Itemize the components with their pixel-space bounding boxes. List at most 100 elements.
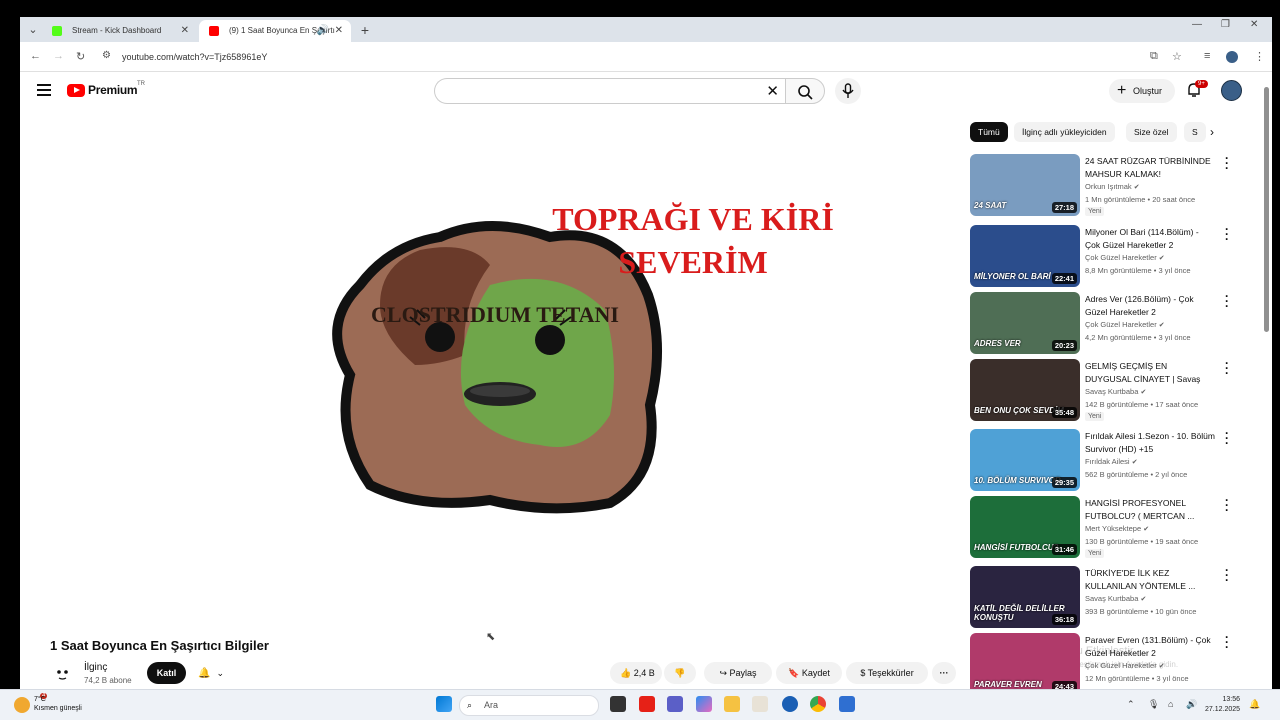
- file-explorer-icon[interactable]: [724, 696, 740, 712]
- notification-center-icon[interactable]: 🔔: [1249, 699, 1260, 710]
- clear-search-icon[interactable]: ✕: [766, 82, 779, 100]
- start-windows-icon[interactable]: [436, 696, 452, 712]
- youtube-app-icon[interactable]: [639, 696, 655, 712]
- weather-icon[interactable]: [14, 697, 30, 713]
- join-button[interactable]: Katıl: [147, 662, 186, 684]
- store-icon[interactable]: [839, 696, 855, 712]
- tray-overflow-icon[interactable]: ⌃: [1127, 699, 1135, 710]
- voice-search-button[interactable]: [835, 78, 861, 104]
- chip-all[interactable]: Tümü: [970, 122, 1008, 142]
- video-title[interactable]: Paraver Evren (131.Bölüm) - Çok Güzel Ha…: [1085, 634, 1215, 659]
- video-thumbnail[interactable]: PARAVER EVREN 24:43: [970, 633, 1080, 689]
- video-thumbnail[interactable]: MİLYONER OL BARİ 22:41: [970, 225, 1080, 287]
- edge-icon[interactable]: [782, 696, 798, 712]
- more-options-icon[interactable]: · · ·: [1224, 494, 1230, 516]
- channel-name[interactable]: Mert Yüksektepe ✔: [1085, 524, 1149, 533]
- volume-icon[interactable]: 🔊: [1186, 699, 1197, 710]
- network-icon[interactable]: ⌂: [1168, 699, 1173, 709]
- thanks-button[interactable]: $ Teşekkürler: [846, 662, 928, 684]
- video-thumbnail[interactable]: 10. BÖLÜM SURVIVOR 29:35: [970, 429, 1080, 491]
- video-title[interactable]: GELMİŞ GEÇMİŞ EN DUYGUSAL CİNAYET | Sava…: [1085, 360, 1215, 386]
- video-thumbnail[interactable]: KATİL DEĞİL DELİLLER KONUŞTU 36:18: [970, 566, 1080, 628]
- account-avatar[interactable]: [1221, 80, 1242, 101]
- recommendation-item[interactable]: HANGİSİ FUTBOLCU? 31:46 HANGİSİ PROFESYONE…: [970, 494, 1250, 560]
- channel-name[interactable]: Orkun Işıtmak ✔: [1085, 182, 1140, 191]
- back-icon[interactable]: ←: [30, 50, 41, 62]
- channel-name[interactable]: Savaş Kurtbaba ✔: [1085, 387, 1146, 396]
- recommendation-item[interactable]: ADRES VER 20:23 Adres Ver (126.Bölüm) - Ço…: [970, 290, 1250, 356]
- forward-icon[interactable]: →: [53, 50, 64, 62]
- browser-menu-icon[interactable]: ⋮: [1254, 50, 1265, 63]
- video-title[interactable]: Milyoner Ol Bari (114.Bölüm) - Çok Güzel…: [1085, 226, 1215, 251]
- video-title[interactable]: Fırıldak Ailesi 1.Sezon - 10. Bölüm Surv…: [1085, 430, 1215, 455]
- copilot-icon[interactable]: [696, 696, 712, 712]
- site-info-icon[interactable]: ⚙: [102, 50, 111, 61]
- video-thumbnail[interactable]: ADRES VER 20:23: [970, 292, 1080, 354]
- chip-for-you[interactable]: Size özel: [1126, 122, 1177, 142]
- video-player[interactable]: CLOSTRIDIUM TETANI TOPRAĞI VE KİRİ SEVER…: [20, 115, 950, 635]
- video-title[interactable]: 24 SAAT RÜZGAR TÜRBİNİNDE MAHSUR KALMAK!: [1085, 155, 1215, 180]
- recommendation-item[interactable]: KATİL DEĞİL DELİLLER KONUŞTU 36:18 TÜRKİYE…: [970, 564, 1250, 630]
- reload-icon[interactable]: ↻: [76, 50, 85, 63]
- tab-search-icon[interactable]: ⌄: [24, 21, 42, 39]
- channel-avatar[interactable]: [50, 662, 74, 686]
- tab-kick[interactable]: Stream - Kick Dashboard ✕: [42, 20, 197, 42]
- create-button[interactable]: Oluştur: [1109, 79, 1175, 103]
- more-options-icon[interactable]: · · ·: [1224, 223, 1230, 245]
- youtube-premium-logo[interactable]: Premium TR: [67, 81, 145, 97]
- tab-youtube[interactable]: (9) 1 Saat Boyunca En Şaşırtı 🔊 ✕: [199, 20, 351, 42]
- channel-name[interactable]: Savaş Kurtbaba ✔: [1085, 594, 1146, 603]
- recommendation-item[interactable]: 24 SAAT 27:18 24 SAAT RÜZGAR TÜRBİNİNDE MA…: [970, 152, 1250, 218]
- chip-more[interactable]: S: [1184, 122, 1206, 142]
- media-icon[interactable]: ≡: [1204, 50, 1210, 62]
- recommendation-item[interactable]: 10. BÖLÜM SURVIVOR 29:35 Fırıldak Ailesi 1…: [970, 427, 1250, 493]
- close-tab-icon[interactable]: ✕: [181, 20, 189, 42]
- new-tab-icon[interactable]: +: [356, 21, 374, 39]
- task-view-icon[interactable]: [610, 696, 626, 712]
- save-button[interactable]: 🔖 Kaydet: [776, 662, 842, 684]
- more-options-icon[interactable]: · · ·: [1224, 631, 1230, 653]
- media-player-icon[interactable]: [752, 696, 768, 712]
- recommendation-item[interactable]: PARAVER EVREN 24:43 Paraver Evren (131.Böl…: [970, 631, 1250, 689]
- more-options-icon[interactable]: · · ·: [1224, 290, 1230, 312]
- more-options-icon[interactable]: · · ·: [1224, 427, 1230, 449]
- channel-name[interactable]: Çok Güzel Hareketler ✔: [1085, 661, 1165, 670]
- channel-name[interactable]: İlginç: [84, 662, 107, 673]
- chip-uploader[interactable]: İlginç adlı yükleyiciden: [1014, 122, 1115, 142]
- bookmark-star-icon[interactable]: ☆: [1172, 50, 1182, 63]
- search-button[interactable]: [785, 78, 825, 104]
- video-title[interactable]: TÜRKİYE'DE İLK KEZ KULLANILAN YÖNTEMLE .…: [1085, 567, 1215, 592]
- video-thumbnail[interactable]: HANGİSİ FUTBOLCU? 31:46: [970, 496, 1080, 558]
- mic-tray-icon[interactable]: 🎙: [1148, 699, 1159, 710]
- video-thumbnail[interactable]: BEN ONU ÇOK SEVDİM 35:48: [970, 359, 1080, 421]
- channel-name[interactable]: Çok Güzel Hareketler ✔: [1085, 320, 1165, 329]
- channel-name[interactable]: Çok Güzel Hareketler ✔: [1085, 253, 1165, 262]
- channel-name[interactable]: Fırıldak Ailesi ✔: [1085, 457, 1138, 466]
- share-button[interactable]: ↪ Paylaş: [704, 662, 772, 684]
- recommendation-item[interactable]: MİLYONER OL BARİ 22:41 Milyoner Ol Bari (1…: [970, 223, 1250, 289]
- video-thumbnail[interactable]: 24 SAAT 27:18: [970, 154, 1080, 216]
- teams-icon[interactable]: [667, 696, 683, 712]
- taskbar-search[interactable]: Ara: [459, 695, 599, 716]
- profile-icon[interactable]: [1226, 51, 1238, 63]
- install-icon[interactable]: ⧉: [1150, 50, 1158, 63]
- video-title[interactable]: Adres Ver (126.Bölüm) - Çok Güzel Hareke…: [1085, 293, 1215, 318]
- hamburger-menu-icon[interactable]: [37, 84, 51, 99]
- taskbar-clock[interactable]: 13:56 27.12.2025: [1205, 695, 1240, 715]
- minimize-icon[interactable]: —: [1192, 19, 1202, 30]
- window-close-icon[interactable]: ✕: [1250, 19, 1258, 30]
- weather-widget[interactable]: 7°C Kısmen güneşli: [34, 695, 82, 713]
- more-options-icon[interactable]: · · ·: [1224, 564, 1230, 586]
- chips-next-icon[interactable]: ›: [1210, 125, 1214, 139]
- more-options-icon[interactable]: · · ·: [1224, 152, 1230, 174]
- dislike-button[interactable]: 👎: [664, 662, 696, 684]
- video-title[interactable]: HANGİSİ PROFESYONEL FUTBOLCU? ( MERTCAN …: [1085, 497, 1215, 522]
- more-options-icon[interactable]: · · ·: [1224, 357, 1230, 379]
- search-input[interactable]: ✕: [434, 78, 785, 104]
- recommendation-item[interactable]: BEN ONU ÇOK SEVDİM 35:48 GELMİŞ GEÇMİŞ EN …: [970, 357, 1250, 423]
- more-actions-icon[interactable]: ···: [932, 662, 956, 684]
- like-button[interactable]: 👍 2,4 B: [610, 662, 662, 684]
- scrollbar-thumb[interactable]: [1264, 87, 1269, 332]
- close-tab-icon[interactable]: ✕: [335, 20, 343, 42]
- url-field[interactable]: youtube.com/watch?v=Tjz658961eY: [122, 52, 267, 62]
